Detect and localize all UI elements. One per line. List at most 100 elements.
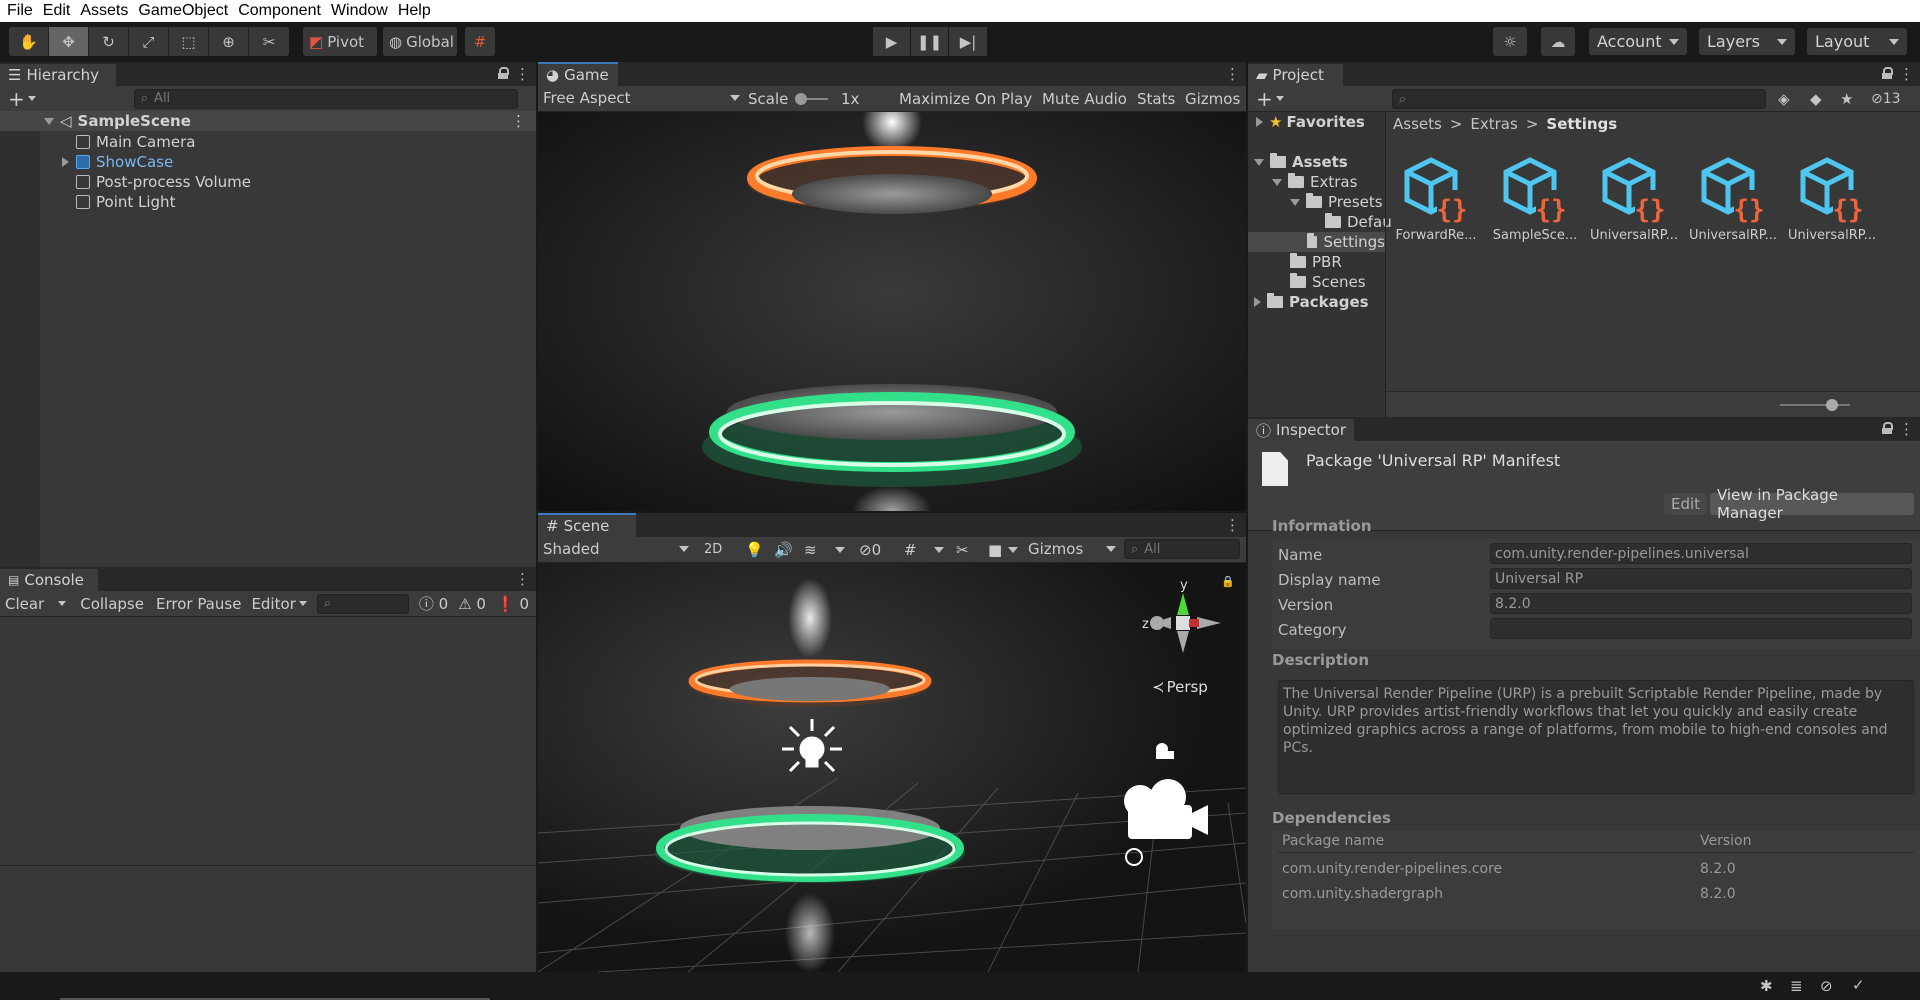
menu-component[interactable]: Component bbox=[231, 0, 321, 22]
console-search-input[interactable]: ⌕ bbox=[316, 593, 409, 614]
favorite-icon[interactable]: ★ bbox=[1840, 90, 1853, 108]
grid-toggle-icon[interactable]: # bbox=[904, 541, 917, 559]
name-field[interactable]: com.unity.render-pipelines.universal bbox=[1490, 543, 1912, 564]
breadcrumb-item[interactable]: Assets bbox=[1393, 115, 1442, 133]
chevron-down-icon[interactable] bbox=[934, 547, 944, 553]
chevron-down-icon[interactable] bbox=[58, 601, 67, 606]
tab-console[interactable]: ▤ Console bbox=[0, 567, 98, 591]
version-field[interactable]: 8.2.0 bbox=[1490, 593, 1912, 614]
category-field[interactable] bbox=[1490, 618, 1912, 639]
gizmos-button[interactable]: Gizmos bbox=[1185, 90, 1240, 108]
scene-viewport[interactable] bbox=[538, 563, 1246, 972]
list-item[interactable]: ShowCase bbox=[62, 152, 173, 172]
play-button[interactable]: ▶ bbox=[873, 27, 911, 56]
add-icon[interactable]: + bbox=[1256, 87, 1273, 111]
warning-count-toggle[interactable]: ⚠ 0 bbox=[458, 595, 486, 613]
2d-toggle[interactable]: 2D bbox=[704, 542, 722, 557]
more-icon[interactable]: ⋮ bbox=[515, 65, 530, 83]
list-item[interactable]: Post-process Volume bbox=[76, 172, 251, 192]
collapse-button[interactable]: Collapse bbox=[80, 595, 144, 613]
breadcrumb-item[interactable]: Settings bbox=[1546, 115, 1617, 133]
transform-tool-icon[interactable]: ⊕ bbox=[209, 27, 249, 56]
database-icon[interactable]: ≣ bbox=[1790, 977, 1803, 995]
tree-item-presets[interactable]: Presets bbox=[1290, 192, 1383, 212]
scene-row[interactable]: ◁ SampleScene ⋮ bbox=[0, 111, 536, 131]
check-icon[interactable]: ✓ bbox=[1852, 976, 1865, 994]
add-icon[interactable]: + bbox=[8, 87, 25, 111]
lock-icon[interactable]: 🔒 bbox=[1221, 575, 1235, 588]
more-icon[interactable]: ⋮ bbox=[1225, 65, 1240, 83]
more-icon[interactable]: ⋮ bbox=[1899, 65, 1914, 83]
tab-project[interactable]: ▰ Project bbox=[1248, 62, 1343, 86]
effects-toggle-icon[interactable]: ≋ bbox=[804, 541, 817, 559]
pivot-button[interactable]: ◩ Pivot bbox=[303, 27, 377, 56]
expand-icon[interactable] bbox=[62, 157, 69, 167]
asset-tile[interactable]: {} UniversalRP... bbox=[1784, 154, 1880, 254]
tree-item-default[interactable]: Defau bbox=[1325, 212, 1392, 232]
breadcrumb-item[interactable]: Extras bbox=[1470, 115, 1517, 133]
pause-button[interactable]: ❚❚ bbox=[911, 27, 949, 56]
expand-icon[interactable] bbox=[44, 117, 54, 125]
menu-window[interactable]: Window bbox=[324, 0, 388, 22]
info-count-toggle[interactable]: ⓘ 0 bbox=[419, 593, 448, 614]
chevron-down-icon[interactable] bbox=[835, 547, 845, 553]
more-icon[interactable]: ⋮ bbox=[515, 570, 530, 588]
shading-dropdown[interactable]: Shaded bbox=[543, 540, 689, 558]
chevron-down-icon[interactable] bbox=[27, 96, 36, 101]
edit-button[interactable]: Edit bbox=[1664, 493, 1708, 515]
move-tool-icon[interactable]: ✥ bbox=[49, 27, 89, 56]
error-count-toggle[interactable]: ❗ 0 bbox=[496, 595, 529, 613]
lock-icon[interactable] bbox=[1882, 422, 1893, 434]
project-search-input[interactable]: ⌕ bbox=[1392, 89, 1766, 109]
sun-settings-button[interactable]: ☼ bbox=[1493, 27, 1527, 56]
aspect-dropdown[interactable]: Free Aspect bbox=[543, 89, 740, 107]
expand-icon[interactable] bbox=[1254, 297, 1261, 307]
lighting-toggle-icon[interactable]: 💡 bbox=[745, 541, 764, 559]
more-icon[interactable]: ⋮ bbox=[1225, 516, 1240, 534]
asset-tile[interactable]: {} UniversalRP... bbox=[1586, 154, 1682, 254]
account-dropdown[interactable]: Account bbox=[1589, 28, 1687, 55]
rect-tool-icon[interactable]: ⬚ bbox=[169, 27, 209, 56]
icon-size-slider-handle[interactable] bbox=[1826, 399, 1838, 411]
lock-icon[interactable] bbox=[498, 67, 509, 79]
chevron-down-icon[interactable] bbox=[1275, 96, 1284, 101]
camera-icon[interactable]: ■ bbox=[988, 541, 1002, 559]
more-icon[interactable]: ⋮ bbox=[1899, 420, 1914, 438]
step-button[interactable]: ▶| bbox=[949, 27, 987, 56]
maximize-on-play-button[interactable]: Maximize On Play bbox=[899, 90, 1032, 108]
projection-toggle[interactable]: ≺ Persp bbox=[1152, 678, 1208, 696]
debug-off-icon[interactable]: ⊘ bbox=[1820, 977, 1833, 995]
tree-item-scenes[interactable]: Scenes bbox=[1290, 272, 1366, 292]
asset-tile[interactable]: {} ForwardRe... bbox=[1388, 154, 1484, 254]
menu-gameobject[interactable]: GameObject bbox=[131, 0, 228, 22]
editor-dropdown[interactable]: Editor bbox=[251, 595, 295, 613]
lock-icon[interactable] bbox=[1882, 67, 1893, 79]
tree-item-packages[interactable]: Packages bbox=[1254, 292, 1369, 312]
gizmos-dropdown[interactable]: Gizmos bbox=[1028, 540, 1116, 558]
grid-snap-button[interactable]: # bbox=[465, 27, 495, 56]
clear-button[interactable]: Clear bbox=[0, 595, 44, 613]
tab-hierarchy[interactable]: ☰ Hierarchy bbox=[0, 62, 116, 86]
expand-icon[interactable] bbox=[1290, 198, 1300, 206]
layers-dropdown[interactable]: Layers bbox=[1699, 28, 1795, 55]
view-in-package-manager-button[interactable]: View in Package Manager bbox=[1710, 486, 1914, 522]
icon-size-slider[interactable] bbox=[1780, 404, 1850, 406]
expand-icon[interactable] bbox=[1272, 178, 1282, 186]
tree-item-settings[interactable]: Settings bbox=[1248, 232, 1385, 252]
hidden-packages-toggle[interactable]: ⊘13 bbox=[1871, 91, 1901, 107]
rotate-tool-icon[interactable]: ↻ bbox=[89, 27, 129, 56]
global-button[interactable]: ◍ Global bbox=[383, 27, 457, 56]
filter-label-icon[interactable]: ◆ bbox=[1810, 90, 1822, 108]
scale-tool-icon[interactable]: ⤢ bbox=[129, 27, 169, 56]
chevron-down-icon[interactable] bbox=[298, 601, 307, 606]
layout-dropdown[interactable]: Layout bbox=[1807, 28, 1907, 55]
asset-tile[interactable]: {} SampleSce... bbox=[1487, 154, 1583, 254]
description-field[interactable]: The Universal Render Pipeline (URP) is a… bbox=[1278, 680, 1914, 794]
menu-assets[interactable]: Assets bbox=[73, 0, 128, 22]
tree-item-pbr[interactable]: PBR bbox=[1290, 252, 1342, 272]
tab-scene[interactable]: # Scene bbox=[538, 513, 636, 537]
expand-icon[interactable] bbox=[1254, 158, 1264, 166]
game-viewport[interactable] bbox=[538, 112, 1246, 511]
error-pause-button[interactable]: Error Pause bbox=[156, 595, 241, 613]
cloud-button[interactable]: ☁ bbox=[1541, 27, 1575, 56]
